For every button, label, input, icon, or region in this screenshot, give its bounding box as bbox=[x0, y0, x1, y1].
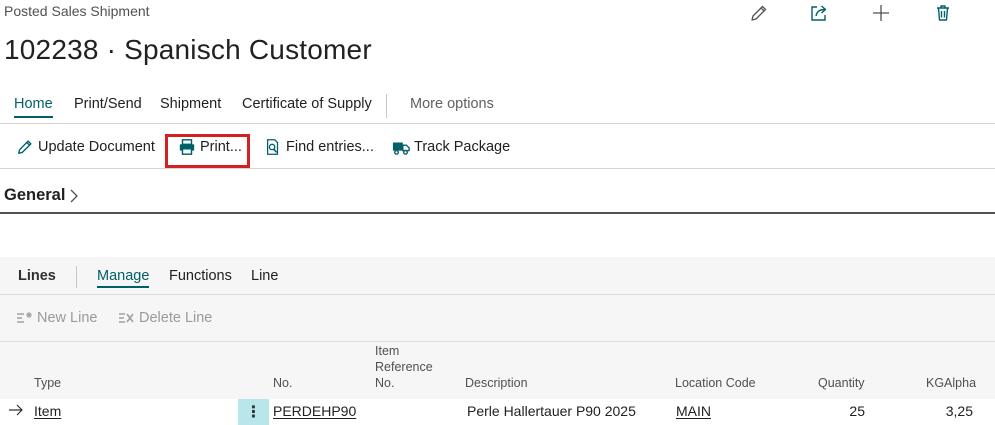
lines-grid-header: Type No. Item Reference No. Description … bbox=[0, 343, 995, 399]
update-document-label: Update Document bbox=[38, 139, 155, 155]
lines-panel: Lines Manage Functions Line New Line Del… bbox=[0, 257, 995, 425]
column-header-type[interactable]: Type bbox=[34, 375, 61, 391]
plus-icon[interactable] bbox=[870, 2, 892, 24]
page-caption: Posted Sales Shipment bbox=[4, 3, 150, 19]
tab-print-send[interactable]: Print/Send bbox=[74, 96, 142, 116]
column-header-location-code[interactable]: Location Code bbox=[675, 375, 756, 391]
trash-icon[interactable] bbox=[932, 2, 954, 24]
lines-toolbar: New Line Delete Line bbox=[0, 296, 995, 342]
lines-title: Lines bbox=[18, 268, 56, 284]
item-ref-line-2: Reference bbox=[375, 360, 433, 374]
tab-home[interactable]: Home bbox=[14, 96, 53, 118]
lines-menu: Lines Manage Functions Line bbox=[0, 257, 995, 295]
new-line-label: New Line bbox=[37, 310, 98, 326]
new-line-icon bbox=[17, 312, 32, 323]
track-package-label: Track Package bbox=[414, 139, 511, 155]
delete-line-icon bbox=[119, 313, 134, 323]
delete-line-button[interactable]: Delete Line bbox=[118, 310, 212, 326]
pencil-icon[interactable] bbox=[748, 2, 770, 24]
page-title: 102238 · Spanisch Customer bbox=[4, 34, 372, 65]
cell-type[interactable]: Item bbox=[34, 403, 61, 419]
delete-line-label: Delete Line bbox=[139, 310, 213, 326]
cell-quantity: 25 bbox=[849, 403, 865, 419]
general-section-header[interactable]: General bbox=[4, 186, 80, 205]
table-row[interactable]: Item ⋮ PERDEHP90 Perle Hallertauer P90 2… bbox=[0, 399, 995, 425]
menu-separator bbox=[386, 94, 387, 118]
new-line-button[interactable]: New Line bbox=[16, 310, 97, 326]
find-entries-button[interactable]: Find entries... bbox=[264, 133, 374, 161]
cell-no[interactable]: PERDEHP90 bbox=[273, 403, 356, 419]
find-entries-label: Find entries... bbox=[286, 139, 374, 155]
column-header-kgalpha[interactable]: KGAlpha bbox=[926, 375, 976, 391]
general-divider bbox=[0, 212, 995, 214]
column-header-quantity[interactable]: Quantity bbox=[818, 375, 865, 391]
lines-menu-separator bbox=[76, 266, 77, 288]
row-actions-button[interactable]: ⋮ bbox=[238, 399, 269, 425]
share-icon[interactable] bbox=[808, 2, 830, 24]
item-ref-line-1: Item bbox=[375, 344, 400, 358]
pencil-icon bbox=[18, 140, 32, 154]
find-entries-icon bbox=[266, 139, 279, 155]
cell-kgalpha: 3,25 bbox=[945, 403, 973, 419]
tab-certificate-of-supply[interactable]: Certificate of Supply bbox=[242, 96, 372, 116]
row-arrow-icon bbox=[9, 404, 23, 416]
column-header-no[interactable]: No. bbox=[273, 375, 292, 391]
home-toolbar: Update Document Print... Find entries...… bbox=[0, 125, 995, 169]
chevron-right-icon bbox=[70, 189, 79, 202]
action-menu: Home Print/Send Shipment Certificate of … bbox=[0, 90, 995, 124]
tab-line[interactable]: Line bbox=[251, 268, 278, 284]
more-options-button[interactable]: More options bbox=[410, 96, 494, 116]
print-highlight-box bbox=[165, 134, 250, 168]
column-header-description[interactable]: Description bbox=[465, 375, 528, 391]
tab-manage[interactable]: Manage bbox=[97, 268, 150, 288]
track-package-button[interactable]: Track Package bbox=[392, 133, 510, 161]
general-label: General bbox=[4, 186, 66, 204]
top-actions bbox=[740, 0, 970, 26]
cell-location-code[interactable]: MAIN bbox=[676, 403, 711, 419]
truck-icon bbox=[392, 142, 410, 155]
cell-description: Perle Hallertauer P90 2025 bbox=[467, 403, 636, 419]
item-ref-line-3: No. bbox=[375, 376, 395, 390]
column-header-item-reference-no[interactable]: Item Reference No. bbox=[375, 343, 433, 391]
tab-functions[interactable]: Functions bbox=[169, 268, 232, 284]
tab-shipment[interactable]: Shipment bbox=[160, 96, 221, 116]
update-document-button[interactable]: Update Document bbox=[16, 133, 155, 161]
